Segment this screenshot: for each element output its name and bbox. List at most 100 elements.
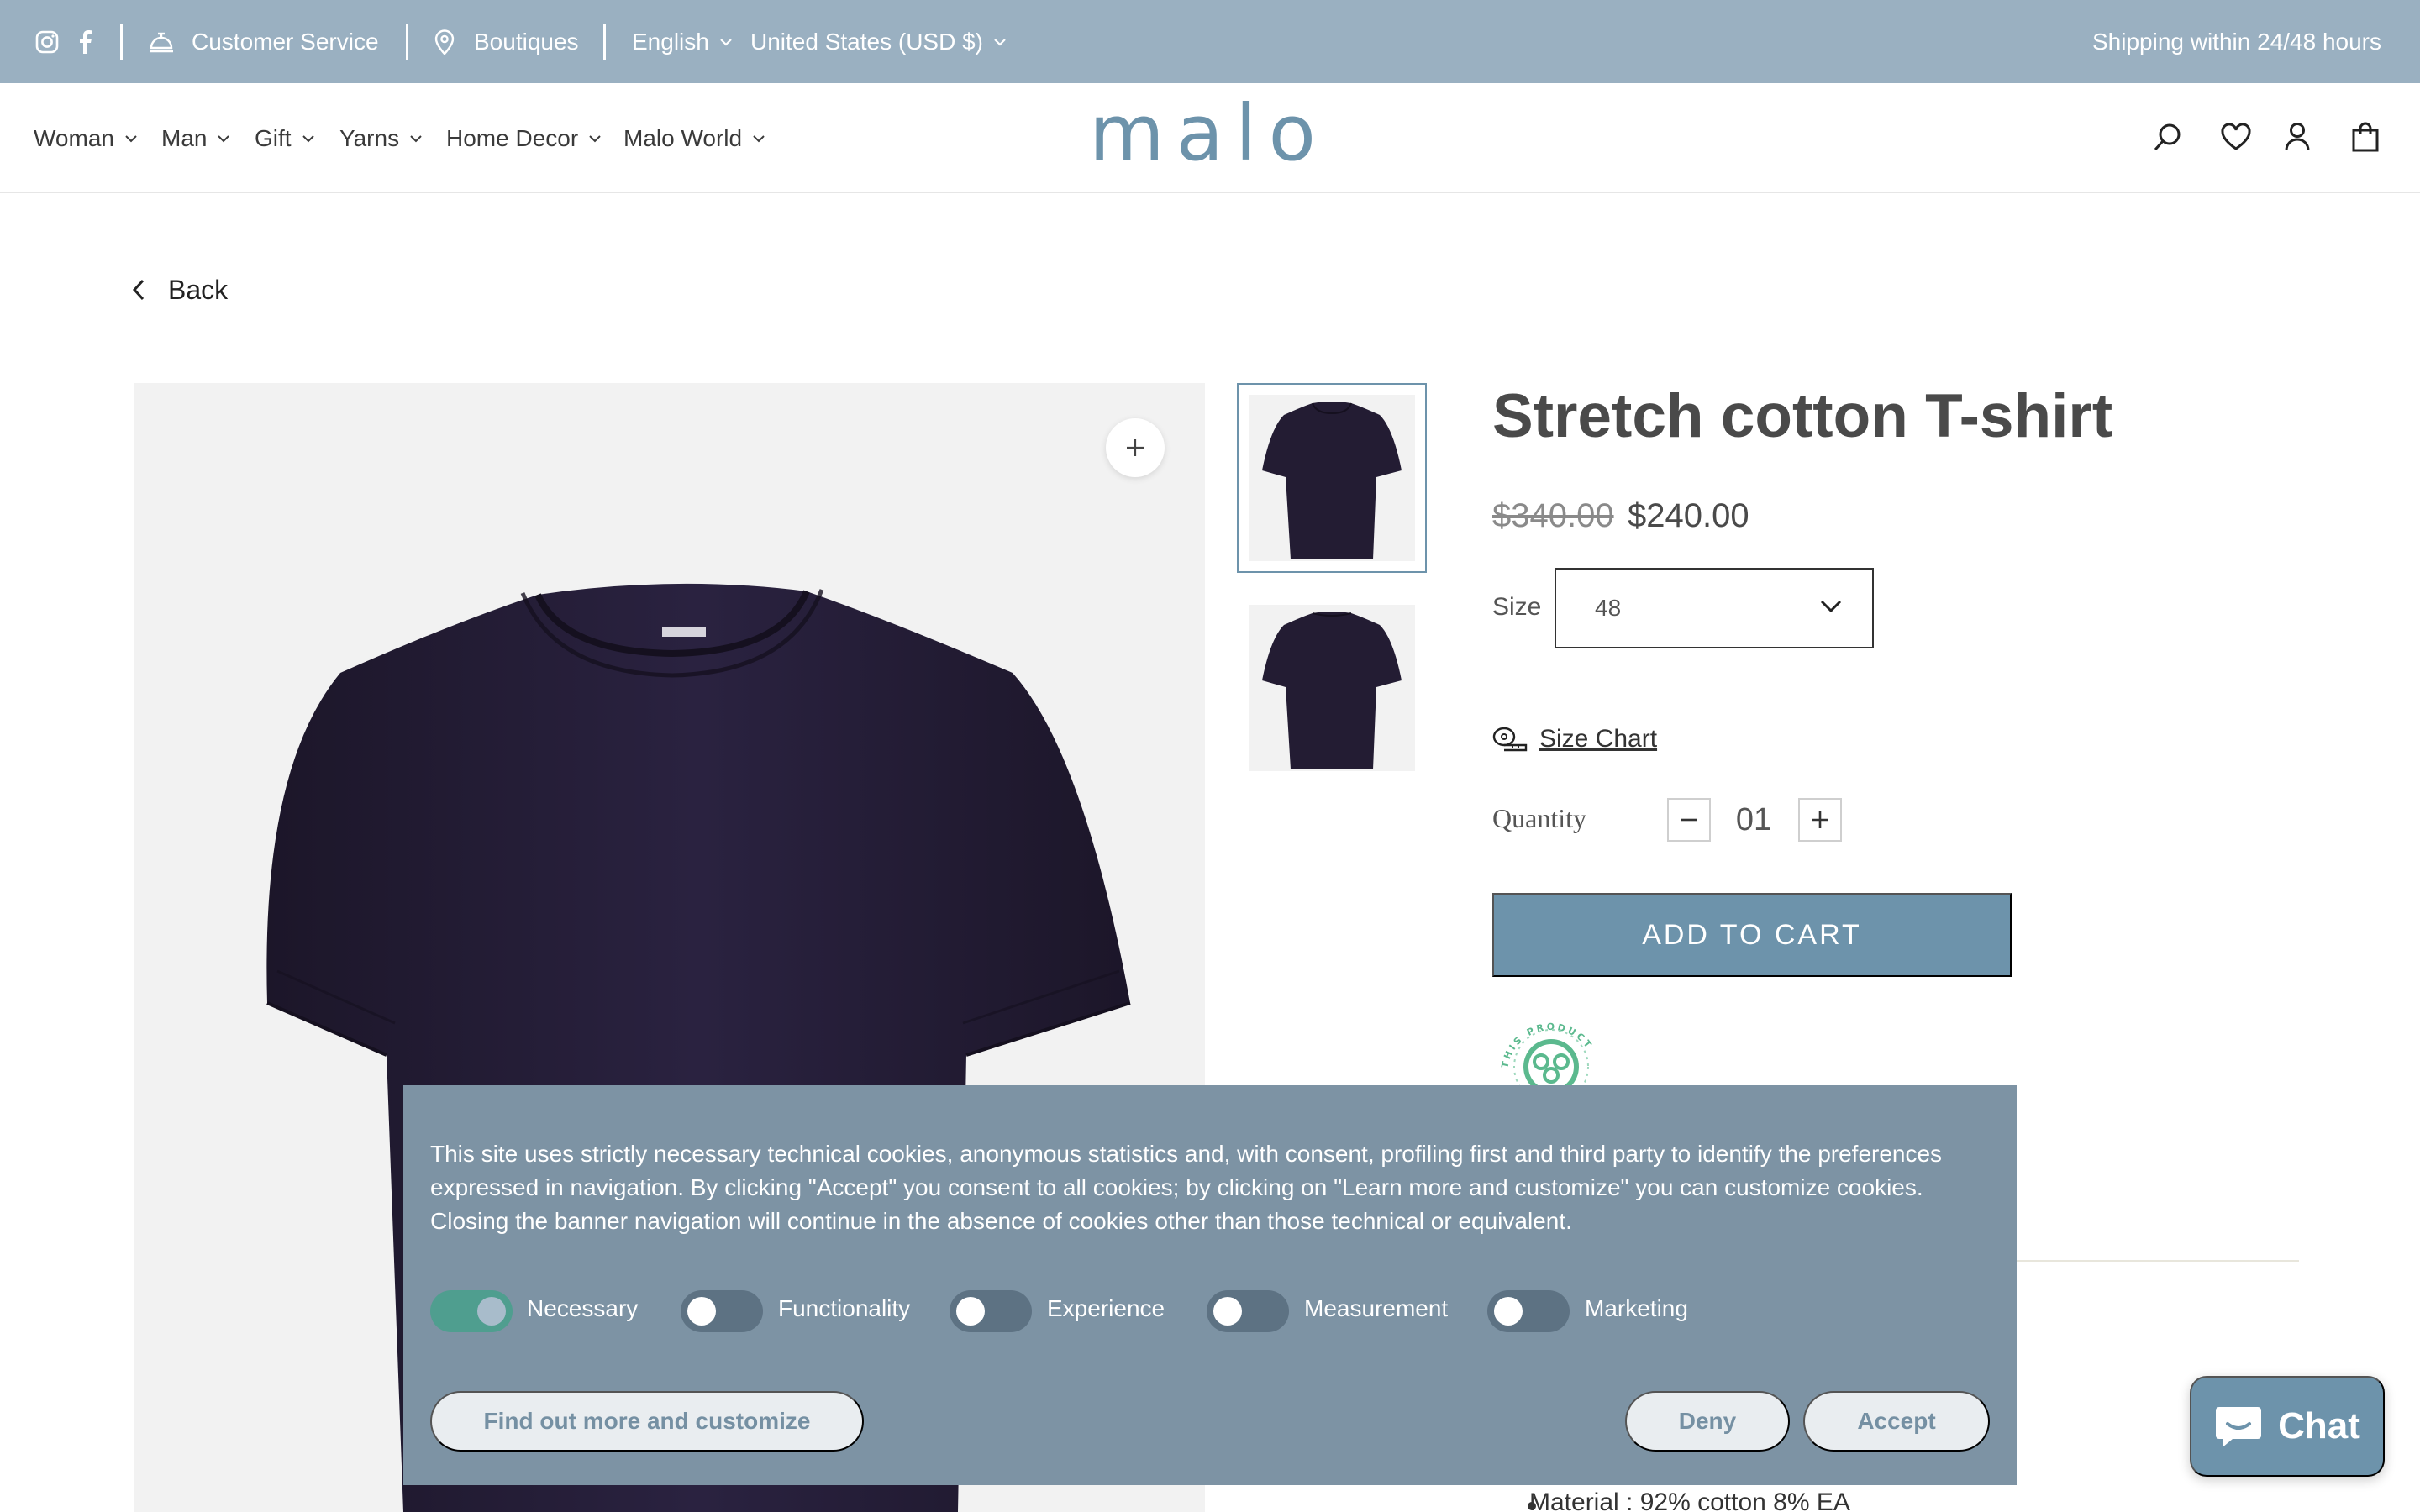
plus-icon <box>1127 439 1144 456</box>
back-label: Back <box>168 274 229 305</box>
customer-service-link[interactable]: Customer Service <box>148 0 379 83</box>
thumbnail-back[interactable] <box>1237 593 1427 783</box>
wishlist-button[interactable] <box>2217 118 2255 156</box>
facebook-link[interactable] <box>79 0 92 83</box>
chevron-down-icon <box>410 134 422 142</box>
cookie-banner-text: This site uses strictly necessary techni… <box>430 1141 1943 1234</box>
chevron-down-icon <box>125 134 137 142</box>
topbar-divider <box>603 24 606 60</box>
size-chart-link[interactable]: Size Chart <box>1492 722 1657 756</box>
toggle-experience[interactable] <box>950 1290 1032 1332</box>
nav-item-gift[interactable]: Gift <box>255 83 315 193</box>
chat-bubble-icon <box>2216 1407 2262 1447</box>
chevron-down-icon <box>218 134 230 142</box>
quantity-value[interactable]: 01 <box>1723 798 1785 842</box>
nav-item-malo-world[interactable]: Malo World <box>623 83 765 193</box>
thumbnail-front-image <box>1262 402 1402 559</box>
language-selector[interactable]: English <box>632 0 733 83</box>
toggle-label-functionality: Functionality <box>778 1295 911 1321</box>
toggle-functionality[interactable] <box>681 1290 763 1332</box>
chevron-down-icon <box>994 38 1006 46</box>
shipping-label: Shipping within 24/48 hours <box>2091 28 2381 55</box>
nav-item-yarns[interactable]: Yarns <box>339 83 423 193</box>
deny-cookies-button[interactable]: Deny <box>1625 1391 1790 1452</box>
size-select-value: 48 <box>1595 595 1622 621</box>
quantity-decrease-button[interactable] <box>1667 798 1711 842</box>
topbar-divider <box>120 24 123 60</box>
logo-wordmark: malo <box>1089 101 1328 170</box>
toggle-measurement[interactable] <box>1207 1290 1289 1332</box>
accept-cookies-button[interactable]: Accept <box>1803 1391 1990 1452</box>
back-link[interactable]: Back <box>131 270 228 309</box>
thumbnail-back-image <box>1262 612 1402 769</box>
instagram-icon <box>35 30 59 53</box>
minus-icon <box>1681 818 1697 822</box>
chevron-down-icon <box>720 38 732 46</box>
heart-icon <box>2221 123 2251 150</box>
nav-item-label: Woman <box>34 124 114 151</box>
quantity-increase-button[interactable] <box>1798 798 1842 842</box>
toggle-knob <box>1494 1297 1523 1326</box>
location-pin-icon <box>434 29 455 55</box>
toggle-label-experience: Experience <box>1047 1295 1165 1321</box>
toggle-marketing[interactable] <box>1487 1290 1570 1332</box>
nav-item-label: Gift <box>255 124 292 151</box>
chevron-down-icon <box>302 134 314 142</box>
price-original: $340.00 <box>1492 497 1614 534</box>
user-icon <box>2285 123 2310 151</box>
nav-item-label: Home Decor <box>446 124 579 151</box>
account-button[interactable] <box>2278 118 2317 156</box>
brand-logo[interactable]: malo <box>1080 88 1337 178</box>
bell-icon <box>150 32 173 52</box>
chat-button[interactable]: Chat <box>2190 1376 2385 1477</box>
toggle-label-marketing: Marketing <box>1585 1295 1688 1321</box>
announcement-bar: Customer Service Boutiques English Unite… <box>0 0 2420 83</box>
customize-cookies-button[interactable]: Find out more and customize <box>430 1391 864 1452</box>
nav-item-label: Yarns <box>339 124 400 151</box>
chevron-down-icon <box>753 134 765 142</box>
customer-service-label: Customer Service <box>192 28 379 55</box>
nav-item-woman[interactable]: Woman <box>34 83 138 193</box>
instagram-link[interactable] <box>35 0 59 83</box>
currency-label: United States (USD $) <box>750 28 983 55</box>
search-button[interactable] <box>2149 118 2187 156</box>
chevron-down-icon <box>589 134 601 142</box>
boutiques-label: Boutiques <box>474 28 579 55</box>
nav-item-label: Malo World <box>623 124 743 151</box>
quantity-label: Quantity <box>1492 803 1586 833</box>
nav-item-man[interactable]: Man <box>161 83 230 193</box>
nav-item-label: Man <box>161 124 208 151</box>
language-label: English <box>632 28 709 55</box>
bag-icon <box>2352 122 2379 152</box>
chevron-left-icon <box>132 279 145 301</box>
facebook-icon <box>80 29 92 54</box>
toggle-knob <box>687 1297 716 1326</box>
toggle-necessary[interactable] <box>430 1290 513 1332</box>
chevron-down-icon <box>1820 600 1842 613</box>
product-title: Stretch cotton T-shirt <box>1492 382 2113 450</box>
shipping-notice: Shipping within 24/48 hours <box>2092 0 2381 83</box>
thumbnail-front[interactable] <box>1237 383 1427 573</box>
search-icon <box>2154 123 2181 151</box>
topbar-divider <box>406 24 408 60</box>
cookie-banner: This site uses strictly necessary techni… <box>403 1085 2017 1485</box>
chat-label: Chat <box>2278 1405 2360 1446</box>
price-sale: $240.00 <box>1628 497 1749 534</box>
toggle-label-measurement: Measurement <box>1304 1295 1449 1321</box>
currency-selector[interactable]: United States (USD $) <box>750 0 1007 83</box>
nav-item-home-decor[interactable]: Home Decor <box>446 83 602 193</box>
size-chart-label: Size Chart <box>1539 725 1658 753</box>
cart-button[interactable] <box>2346 118 2385 156</box>
boutiques-link[interactable]: Boutiques <box>434 0 579 83</box>
zoom-button[interactable] <box>1106 418 1165 477</box>
size-select[interactable]: 48 <box>1555 568 1874 648</box>
toggle-knob <box>477 1297 506 1326</box>
toggle-knob <box>1213 1297 1242 1326</box>
material-bullet: Material : 92% cotton 8% EA <box>1529 1488 1850 1512</box>
toggle-knob <box>956 1297 985 1326</box>
toggle-label-necessary: Necessary <box>527 1295 639 1321</box>
plus-icon <box>1812 811 1828 828</box>
add-to-cart-button[interactable]: ADD TO CART <box>1492 893 2012 977</box>
size-label: Size <box>1492 593 1542 621</box>
tape-measure-icon <box>1492 727 1528 752</box>
